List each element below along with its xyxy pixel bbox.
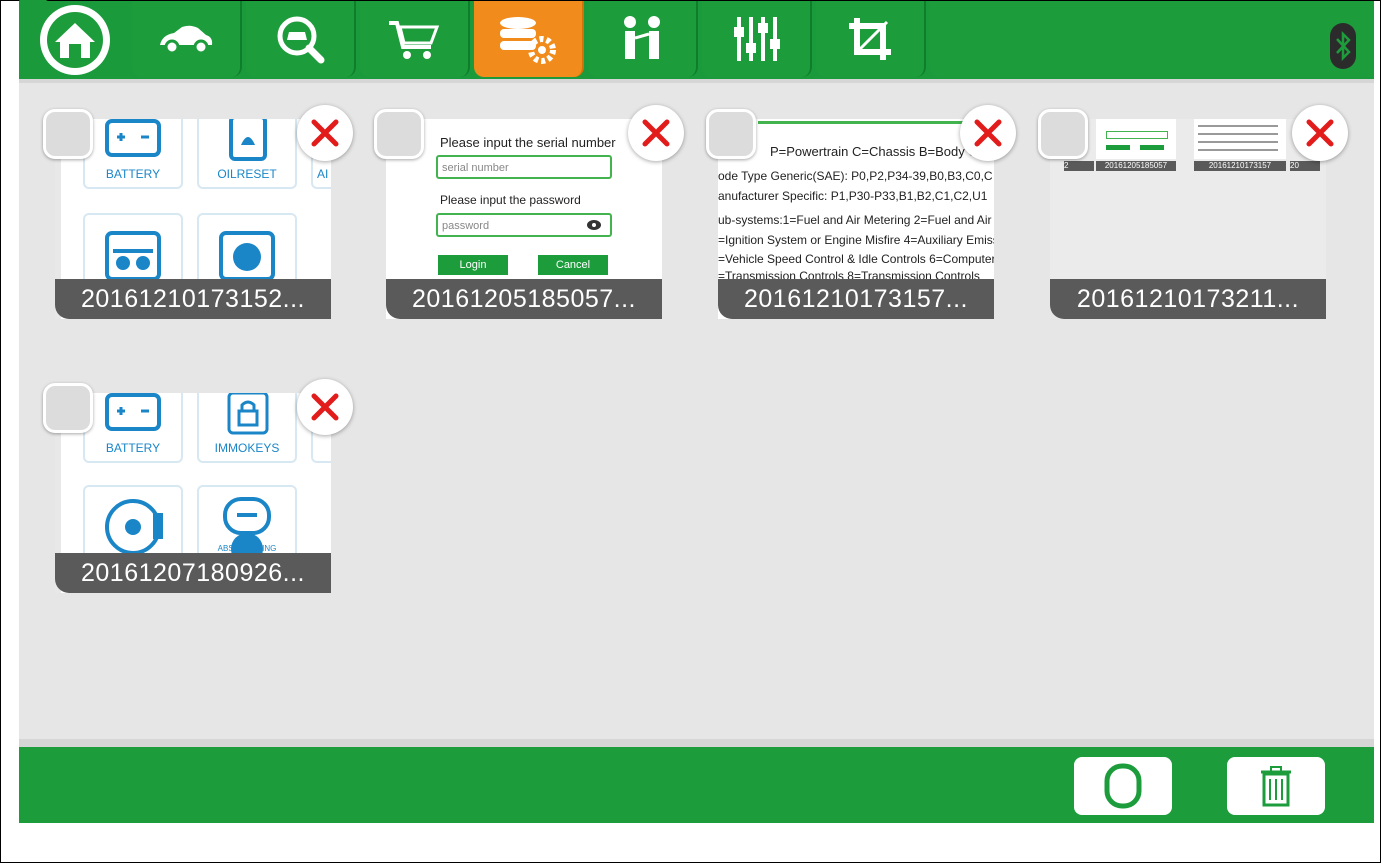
preview-button: Cancel [538,255,608,275]
delete-button[interactable] [297,105,353,161]
tile-label: BATTERY [105,441,161,455]
tile-label: BATTERY [105,167,161,181]
trash-icon [1261,766,1291,807]
screenshot-item[interactable]: P=Powertrain C=Chassis B=Body U ode Type… [706,105,1016,319]
screenshot-item[interactable]: Please input the serial number serial nu… [374,105,684,319]
shopping-cart-icon [389,21,440,59]
preview-text: Please input the password [440,193,581,207]
preview-mini-shot [1096,119,1176,159]
select-all-button[interactable] [1074,757,1172,815]
tab-data-management[interactable] [474,1,584,77]
top-divider [19,79,1374,83]
preview-text: =Vehicle Speed Control & Idle Controls 6… [718,252,994,266]
screenshot-caption: 20161210173152... [55,279,331,319]
database-settings-icon [500,17,556,64]
car-search-icon [277,16,325,64]
select-checkbox[interactable] [43,383,93,433]
home-button[interactable] [31,1,119,79]
close-icon [642,119,670,147]
preview-text: Please input the serial number [440,135,616,150]
oil-icon [229,119,267,161]
tab-settings[interactable] [702,1,812,77]
tile-label: AI [317,167,329,181]
preview-mini-caption: 20 [1290,161,1320,171]
preview-tile: IMMOKEYS [197,393,297,463]
delete-button[interactable] [960,105,1016,161]
lock-icon [227,393,269,435]
preview-mini-caption: 20161205185057 [1096,161,1176,171]
close-icon [974,119,1002,147]
preview-text: ub-systems:1=Fuel and Air Metering 2=Fue… [718,213,992,227]
preview-text: anufacturer Specific: P1,P30-P33,B1,B2,C… [718,189,988,203]
circle-select-icon [1104,763,1142,809]
battery-icon [105,119,161,157]
preview-mini-caption: 2 [1064,161,1094,171]
tab-car-search[interactable] [246,1,356,77]
preview-button: Login [438,255,508,275]
preview-mini-caption: 20161210173157 [1194,161,1286,171]
tile-label: IMMOKEYS [214,441,280,455]
car-icon [160,25,213,55]
screenshot-caption: 20161210173157... [718,279,994,319]
bluetooth-status [1330,23,1356,69]
preview-text: =Ignition System or Engine Misfire 4=Aux… [718,233,994,247]
eye-icon [587,220,601,230]
sliders-icon [734,17,780,61]
preview-text: ode Type Generic(SAE): P0,P2,P34-39,B0,B… [718,169,993,183]
preview-bar [758,121,968,124]
delete-button[interactable] [1292,105,1348,161]
preview-tile: BATTERY [83,119,183,189]
screenshot-caption: 20161210173211... [1050,279,1326,319]
bottom-toolbar [19,747,1374,823]
preview-tile: BATTERY [83,393,183,463]
app: BATTERY OILRESET AI 20161210173152... Pl… [19,1,1374,823]
people-icon [624,16,660,59]
tab-car[interactable] [132,1,242,77]
preview-mini-shot [1194,119,1286,159]
tab-crop[interactable] [816,1,926,77]
coolant-icon [105,231,161,281]
bottom-divider [19,739,1374,747]
brake-disc-icon [105,499,163,555]
bluetooth-icon [1336,31,1351,61]
screenshot-item[interactable]: 2 20161205185057 20161210173157 20 20161… [1038,105,1348,319]
tile-label: ABS BLEEDING [217,544,277,553]
delete-selected-button[interactable] [1227,757,1325,815]
delete-button[interactable] [297,379,353,435]
tile-label: OILRESET [217,167,277,181]
tab-shop[interactable] [360,1,470,77]
screenshot-item[interactable]: BATTERY OILRESET AI 20161210173152... [43,105,353,319]
delete-button[interactable] [628,105,684,161]
select-checkbox[interactable] [374,109,424,159]
top-nav-bar [19,1,1374,79]
select-checkbox[interactable] [1038,109,1088,159]
preview-tile: OILRESET [197,119,297,189]
tab-users[interactable] [588,1,698,77]
screenshot-caption: 20161207180926... [55,553,331,593]
cylinder-icon [219,231,275,281]
screenshot-item[interactable]: BATTERY IMMOKEYS ABS BLEEDING 2016120718… [43,379,353,593]
select-checkbox[interactable] [706,109,756,159]
preview-input: serial number [436,155,612,179]
home-icon [40,5,110,75]
battery-icon [105,393,161,431]
preview-text: P=Powertrain C=Chassis B=Body U [770,144,978,159]
nav-filler [930,1,1374,77]
close-icon [1306,119,1334,147]
window-frame: BATTERY OILRESET AI 20161210173152... Pl… [0,0,1381,863]
close-icon [311,393,339,421]
select-checkbox[interactable] [43,109,93,159]
screenshot-caption: 20161205185057... [386,279,662,319]
close-icon [311,119,339,147]
crop-icon [849,18,891,60]
